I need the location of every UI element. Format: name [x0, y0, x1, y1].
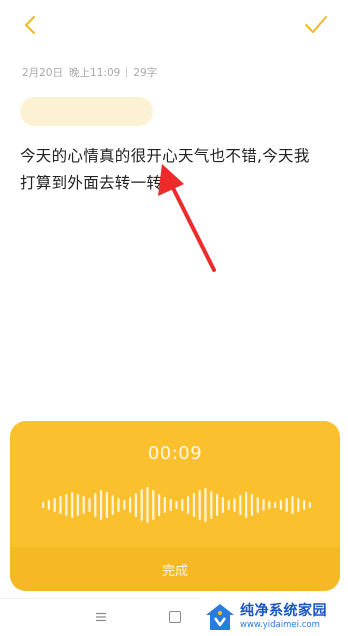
- note-char-count: 29字: [133, 66, 158, 79]
- waveform-bar: [111, 495, 114, 515]
- confirm-check-icon[interactable]: [302, 12, 330, 38]
- waveform-bar: [71, 492, 74, 518]
- waveform-bar: [233, 498, 236, 512]
- waveform-bar: [169, 499, 172, 511]
- waveform-bar: [227, 500, 230, 510]
- watermark: 纯净系统家园 www.yidaimei.com: [200, 598, 348, 635]
- waveform-bar: [94, 493, 97, 517]
- voice-recorder-panel: 00:09 完成: [10, 421, 340, 591]
- waveform-bar: [239, 495, 242, 515]
- waveform-bar: [256, 497, 259, 513]
- waveform-bar: [221, 497, 224, 513]
- waveform-bar: [274, 502, 277, 508]
- waveform-bar: [303, 500, 306, 510]
- waveform-bar: [297, 498, 300, 512]
- waveform-bar: [53, 498, 56, 512]
- waveform-bar: [123, 500, 126, 510]
- waveform-bar: [268, 501, 271, 509]
- home-icon[interactable]: [169, 611, 181, 623]
- watermark-url: www.yidaimei.com: [240, 619, 320, 630]
- top-bar: [0, 0, 348, 50]
- waveform-bar: [65, 494, 68, 516]
- waveform-bar: [158, 494, 161, 516]
- audio-waveform: [42, 487, 311, 523]
- waveform-bar: [210, 491, 213, 519]
- finish-button[interactable]: 完成: [10, 547, 340, 591]
- waveform-bar: [204, 488, 207, 522]
- watermark-logo-icon: [206, 603, 234, 630]
- waveform-bar: [291, 496, 294, 514]
- waveform-bar: [279, 500, 282, 510]
- waveform-bar: [47, 500, 50, 510]
- back-chevron-icon[interactable]: [18, 12, 44, 38]
- waveform-bar: [192, 493, 195, 517]
- waveform-bar: [245, 492, 248, 518]
- annotation-arrow-icon: [158, 164, 216, 272]
- meta-divider: [126, 66, 128, 78]
- menu-icon[interactable]: [95, 611, 107, 623]
- waveform-bar: [181, 499, 184, 511]
- waveform-bar: [146, 487, 149, 523]
- waveform-bar: [82, 496, 85, 514]
- note-date: 2月20日: [22, 66, 64, 79]
- watermark-title: 纯净系统家园: [240, 602, 327, 619]
- waveform-bar: [285, 498, 288, 512]
- waveform-bar: [140, 489, 143, 521]
- waveform-bar: [100, 490, 103, 520]
- waveform-bar: [175, 501, 178, 509]
- waveform-bar: [187, 496, 190, 514]
- waveform-bar: [152, 490, 155, 520]
- waveform-bar: [216, 494, 219, 516]
- note-meta: 2月20日 晚上11:09 29字: [22, 64, 157, 80]
- note-time: 晚上11:09: [69, 66, 121, 79]
- waveform-bar: [198, 490, 201, 520]
- waveform-bar: [117, 498, 120, 512]
- category-tag-pill[interactable]: [20, 97, 153, 126]
- waveform-bar: [129, 497, 132, 513]
- waveform-bar: [308, 502, 311, 508]
- waveform-bar: [262, 499, 265, 511]
- finish-button-label: 完成: [161, 563, 188, 579]
- waveform-bar: [88, 498, 91, 512]
- waveform-bar: [134, 493, 137, 517]
- waveform-bar: [42, 502, 45, 508]
- waveform-bar: [76, 494, 79, 516]
- waveform-bar: [163, 497, 166, 513]
- waveform-bar: [250, 494, 253, 516]
- waveform-bar: [105, 492, 108, 518]
- recording-timer: 00:09: [147, 443, 203, 464]
- waveform-bar: [59, 496, 62, 514]
